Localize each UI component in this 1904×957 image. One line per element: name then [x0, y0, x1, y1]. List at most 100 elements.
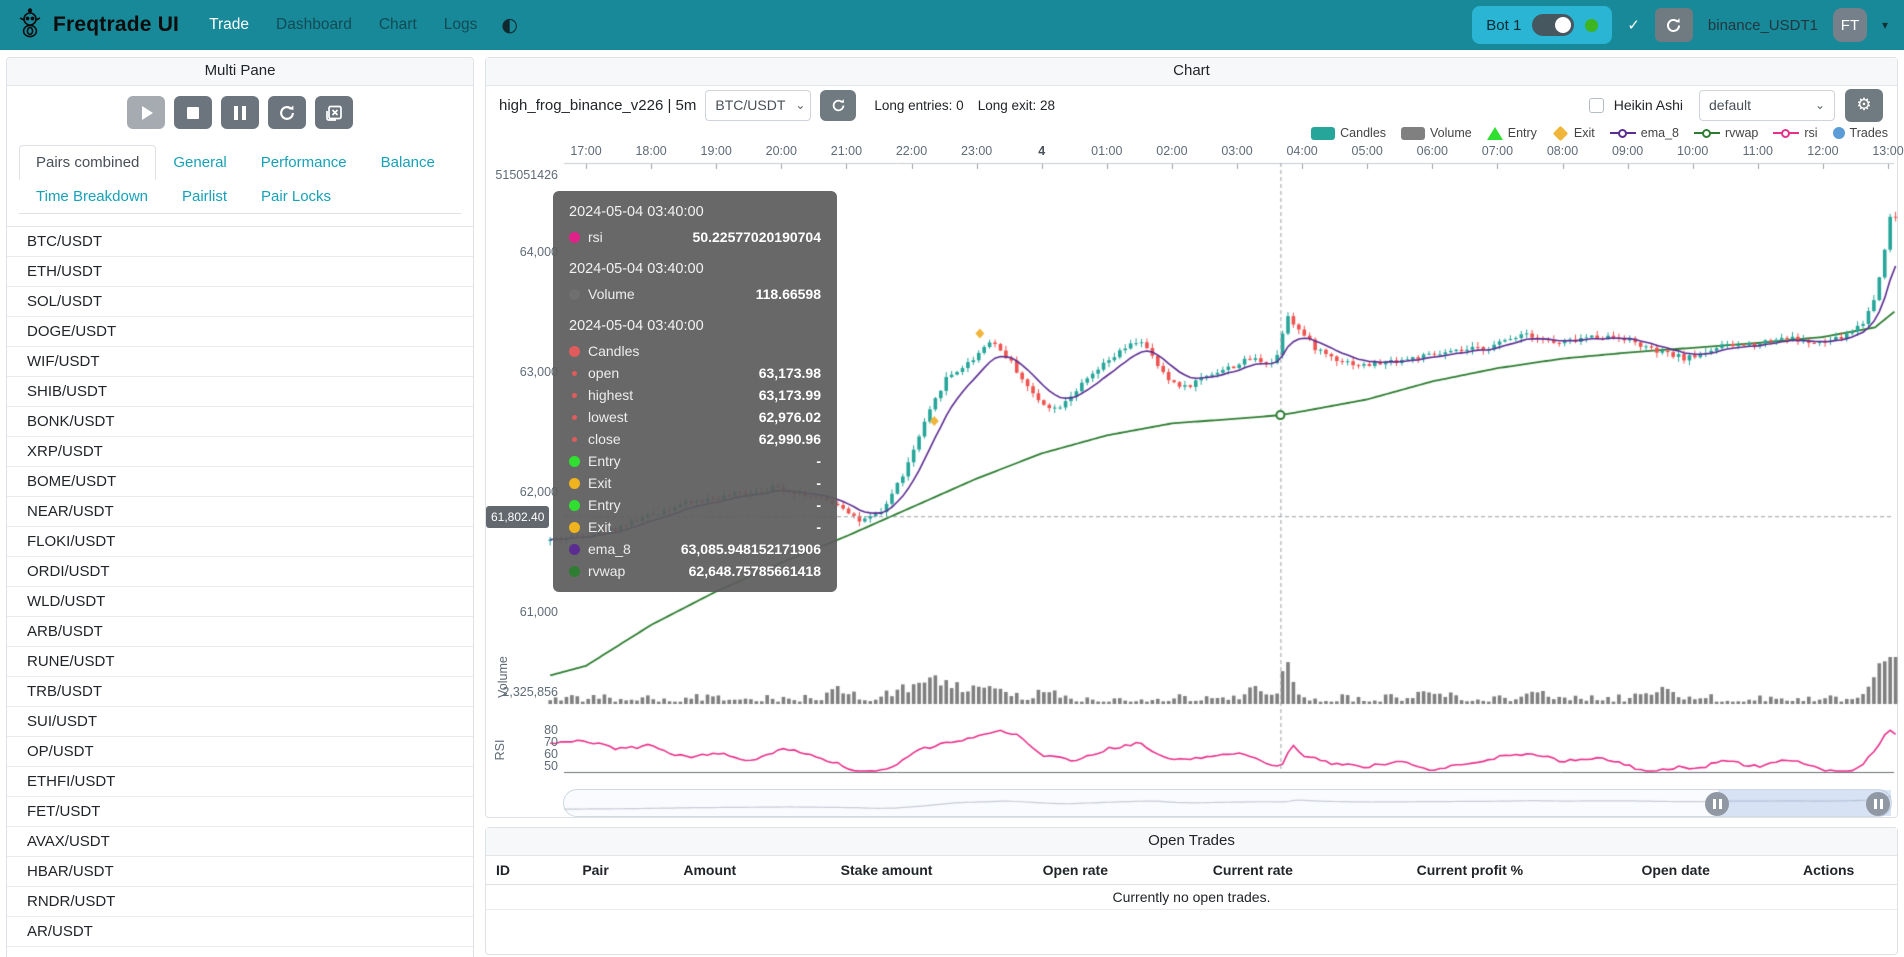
pair-select[interactable]: BTC/USDT ⌄: [705, 90, 811, 121]
pair-list-item[interactable]: AR/USDT: [7, 917, 473, 947]
pair-list-item[interactable]: BOME/USDT: [7, 467, 473, 497]
nav-link-logs[interactable]: Logs: [444, 16, 478, 34]
time-tick-label: 03:00: [1209, 144, 1265, 158]
legend-item-rsi[interactable]: rsi: [1773, 126, 1817, 140]
nav-link-trade[interactable]: Trade: [209, 16, 249, 34]
forget-bot-button[interactable]: [315, 96, 353, 129]
tab-performance[interactable]: Performance: [244, 145, 364, 180]
pair-list-item[interactable]: BONK/USDT: [7, 407, 473, 437]
pair-list-item[interactable]: WLD/USDT: [7, 587, 473, 617]
tooltip-row: ema_863,085.948152171906: [569, 538, 821, 560]
pair-list-item[interactable]: OP/USDT: [7, 737, 473, 767]
legend-item-volume[interactable]: Volume: [1401, 126, 1472, 140]
tooltip-value: 63,173.99: [759, 387, 821, 403]
tooltip-value: -: [816, 519, 821, 535]
multi-pane-panel: Multi Pane Pairs combinedGeneralPerforma…: [6, 57, 474, 957]
legend-item-ema_8[interactable]: ema_8: [1610, 126, 1679, 140]
pair-list-item[interactable]: ARB/USDT: [7, 617, 473, 647]
price-tick-label: 63,000: [488, 365, 558, 379]
pair-list-item[interactable]: RUNE/USDT: [7, 647, 473, 677]
time-tick-label: 13:00: [1860, 144, 1904, 158]
tooltip-label: close: [588, 431, 621, 447]
tooltip-row: Candles: [569, 340, 821, 362]
ema_8-line-icon: [1610, 129, 1636, 138]
price-tick-label: 61,000: [488, 605, 558, 619]
trades-circle-icon: [1833, 127, 1845, 139]
legend-item-exit[interactable]: Exit: [1552, 126, 1595, 140]
brand-title: Freqtrade UI: [53, 13, 179, 37]
avatar[interactable]: FT: [1833, 8, 1867, 42]
pause-icon: [234, 106, 246, 120]
legend-item-trades[interactable]: Trades: [1833, 126, 1888, 140]
reload-button[interactable]: [1655, 8, 1693, 42]
time-tick-label: 04:00: [1274, 144, 1330, 158]
legend-item-rvwap[interactable]: rvwap: [1694, 126, 1758, 140]
heikin-ashi-checkbox[interactable]: [1589, 98, 1604, 113]
theme-toggle-icon[interactable]: ◐: [501, 14, 518, 36]
tab-pairlist[interactable]: Pairlist: [165, 179, 244, 214]
series-dot-icon: [572, 371, 577, 376]
pair-list-item[interactable]: ORDI/USDT: [7, 557, 473, 587]
column-header-stake-amount[interactable]: Stake amount: [780, 856, 994, 885]
series-dot-icon: [569, 232, 580, 243]
axis-top-label: 515051426: [488, 168, 558, 182]
pair-list-item[interactable]: SHIB/USDT: [7, 377, 473, 407]
column-header-open-date[interactable]: Open date: [1591, 856, 1760, 885]
pause-button[interactable]: [221, 96, 259, 129]
pair-list-item[interactable]: WIF/USDT: [7, 347, 473, 377]
pair-list-item[interactable]: HBAR/USDT: [7, 857, 473, 887]
datazoom-left-handle[interactable]: [1705, 792, 1729, 816]
time-tick-label: 05:00: [1339, 144, 1395, 158]
bot-selector[interactable]: Bot 1: [1472, 6, 1612, 44]
refresh-icon: [1665, 17, 1682, 34]
tab-pair-locks[interactable]: Pair Locks: [244, 179, 348, 214]
column-header-open-rate[interactable]: Open rate: [994, 856, 1157, 885]
pair-list-item[interactable]: SUI/USDT: [7, 707, 473, 737]
time-tick-label: 02:00: [1144, 144, 1200, 158]
pair-list-item[interactable]: DOGE/USDT: [7, 317, 473, 347]
plot-settings-button[interactable]: ⚙: [1845, 89, 1883, 122]
refresh-chart-button[interactable]: [820, 90, 856, 121]
tab-time-breakdown[interactable]: Time Breakdown: [19, 179, 165, 214]
nav-link-dashboard[interactable]: Dashboard: [276, 16, 352, 34]
brand[interactable]: Freqtrade UI: [16, 8, 179, 43]
bot-toggle[interactable]: [1532, 14, 1574, 36]
volume-swatch-icon: [1401, 127, 1425, 140]
datazoom-slider[interactable]: [563, 789, 1892, 817]
column-header-current-profit--[interactable]: Current profit %: [1349, 856, 1591, 885]
pair-list-item[interactable]: ETH/USDT: [7, 257, 473, 287]
pair-list-item[interactable]: NEAR/USDT: [7, 497, 473, 527]
column-header-actions[interactable]: Actions: [1760, 856, 1897, 885]
pair-list-item[interactable]: AVAX/USDT: [7, 827, 473, 857]
reload-config-button[interactable]: [268, 96, 306, 129]
pair-list-item[interactable]: FLOKI/USDT: [7, 527, 473, 557]
tooltip-timestamp: 2024-05-04 03:40:00: [569, 204, 821, 226]
datazoom-right-handle[interactable]: [1866, 792, 1890, 816]
pair-list-item[interactable]: SOL/USDT: [7, 287, 473, 317]
start-button[interactable]: [127, 96, 165, 129]
tooltip-row: highest63,173.99: [569, 384, 821, 406]
long-exit-label: Long exit: 28: [978, 98, 1055, 113]
column-header-amount[interactable]: Amount: [640, 856, 780, 885]
tab-general[interactable]: General: [156, 145, 243, 180]
pair-list-item[interactable]: ETHFI/USDT: [7, 767, 473, 797]
chart-panel: Chart high_frog_binance_v226 | 5m BTC/US…: [485, 57, 1898, 818]
legend-item-candles[interactable]: Candles: [1311, 126, 1386, 140]
tooltip-label: Candles: [588, 343, 639, 359]
plot-config-select[interactable]: default ⌄: [1699, 90, 1835, 121]
legend-item-entry[interactable]: Entry: [1487, 126, 1537, 140]
pair-list-item[interactable]: XRP/USDT: [7, 437, 473, 467]
chevron-down-icon[interactable]: ▾: [1882, 18, 1888, 32]
nav-link-chart[interactable]: Chart: [379, 16, 417, 34]
pair-list-item[interactable]: FET/USDT: [7, 797, 473, 827]
tooltip-section: 2024-05-04 03:40:00Candlesopen63,173.98h…: [569, 318, 821, 582]
column-header-id[interactable]: ID: [486, 856, 551, 885]
column-header-current-rate[interactable]: Current rate: [1157, 856, 1349, 885]
pair-list-item[interactable]: TRB/USDT: [7, 677, 473, 707]
stop-button[interactable]: [174, 96, 212, 129]
pair-list-item[interactable]: RNDR/USDT: [7, 887, 473, 917]
pair-list-item[interactable]: BTC/USDT: [7, 227, 473, 257]
tab-pairs-combined[interactable]: Pairs combined: [19, 145, 156, 180]
column-header-pair[interactable]: Pair: [551, 856, 640, 885]
tab-balance[interactable]: Balance: [364, 145, 452, 180]
